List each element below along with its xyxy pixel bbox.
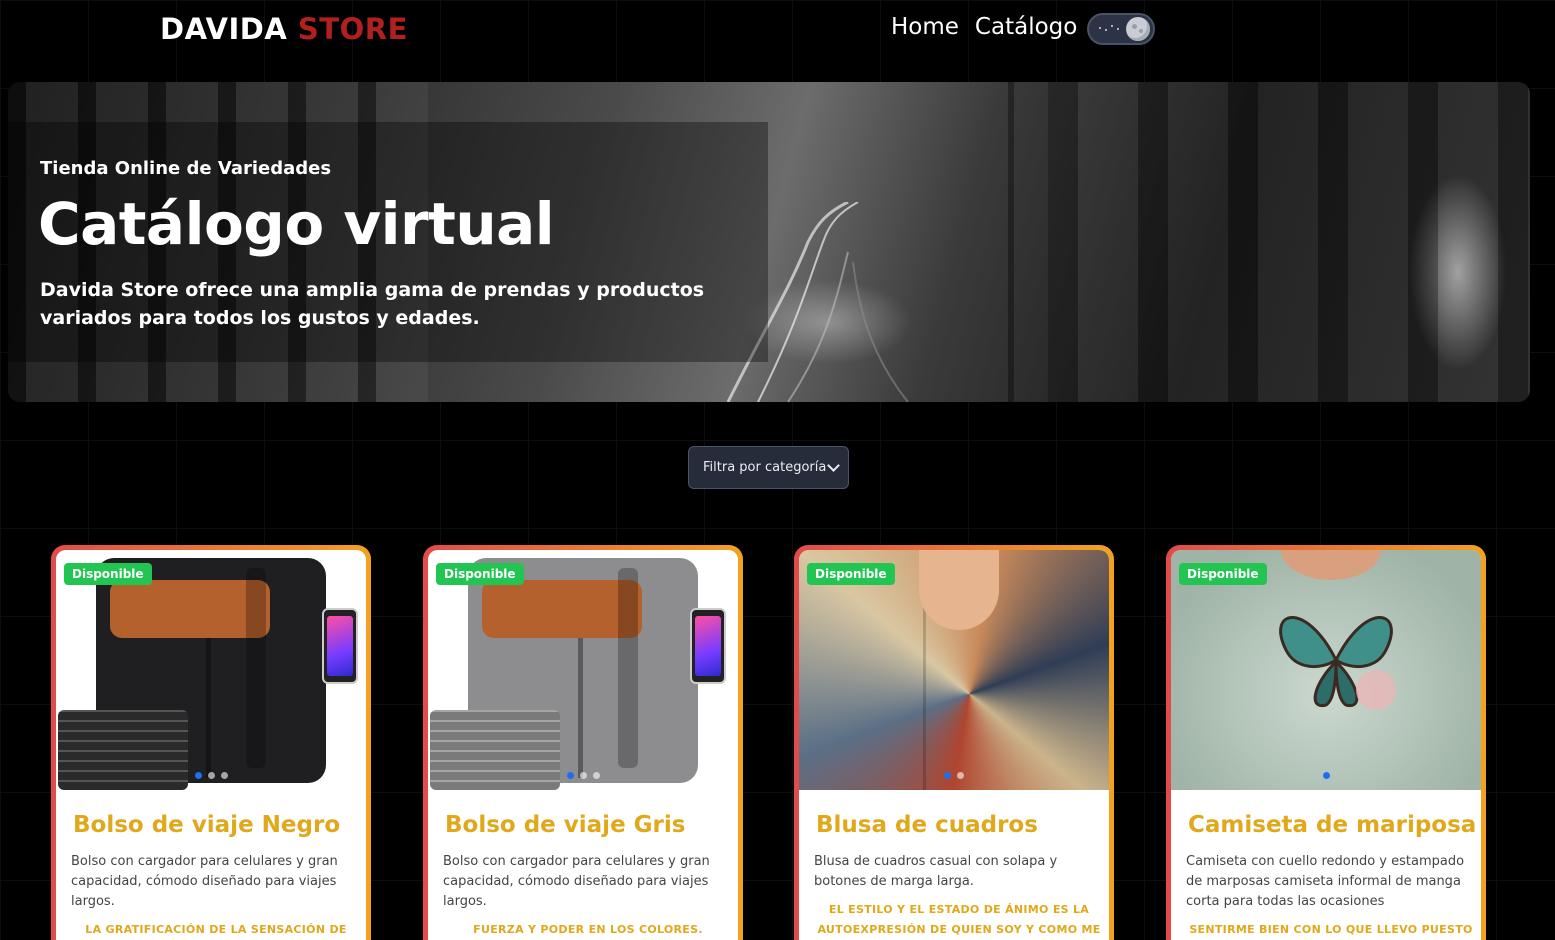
product-tagline: FUERZA Y PODER EN LOS COLORES. <box>473 923 703 936</box>
brand-logo[interactable]: DAVIDA STORE <box>160 12 408 46</box>
theme-toggle[interactable] <box>1087 13 1155 45</box>
hero-kicker: Tienda Online de Variedades <box>40 158 332 179</box>
carousel-indicators[interactable] <box>799 772 1109 779</box>
availability-badge: Disponible <box>1179 563 1267 585</box>
brand-name-part1: DAVIDA <box>160 12 288 46</box>
product-title: Camiseta de mariposa <box>1188 812 1477 838</box>
product-description: Camiseta con cuello redondo y estampado … <box>1186 854 1465 909</box>
category-filter-select[interactable]: Filtra por categoría <box>688 446 849 489</box>
product-description: Bolso con cargador para celulares y gran… <box>71 854 338 909</box>
product-title: Blusa de cuadros <box>816 812 1038 838</box>
product-description: Blusa de cuadros casual con solapa y bot… <box>814 854 1058 889</box>
availability-badge: Disponible <box>807 563 895 585</box>
navbar: DAVIDA STORE Home Catálogo <box>0 0 1555 60</box>
product-description: Bolso con cargador para celulares y gran… <box>443 854 710 909</box>
chevron-down-icon <box>827 459 840 472</box>
availability-badge: Disponible <box>64 563 152 585</box>
carousel-indicators[interactable] <box>56 772 366 779</box>
carousel-indicators[interactable] <box>428 772 738 779</box>
product-tagline: SENTIRME BIEN CON LO QUE LLEVO PUESTO <box>1189 923 1473 936</box>
brand-name-part2: STORE <box>297 12 408 46</box>
product-image[interactable]: Disponible <box>56 550 366 790</box>
product-card[interactable]: Disponible Bolso de viaje Gris Bolso con… <box>423 545 743 940</box>
product-image[interactable]: Disponible <box>1171 550 1481 790</box>
nav-links: Home Catálogo <box>891 14 1077 40</box>
category-filter-value: Filtra por categoría <box>703 460 827 475</box>
carousel-indicators[interactable] <box>1171 772 1481 779</box>
product-tagline: LA GRATIFICACIÓN DE LA SENSACIÓN DE <box>85 923 347 936</box>
product-card[interactable]: Disponible Bolso de viaje Negro Bolso co… <box>51 545 371 940</box>
butterfly-print <box>1279 616 1396 710</box>
product-image[interactable]: Disponible <box>799 550 1109 790</box>
product-tagline: EL ESTILO Y EL ESTADO DE ÁNIMO ES LA AUT… <box>817 903 1101 936</box>
product-image[interactable]: Disponible <box>428 550 738 790</box>
product-card[interactable]: Disponible Blusa de cuadros Blusa de cua… <box>794 545 1114 940</box>
hero-description: Davida Store ofrece una amplia gama de p… <box>40 279 705 329</box>
product-card[interactable]: Disponible Camiseta de mariposa Camiseta… <box>1166 545 1486 940</box>
availability-badge: Disponible <box>436 563 524 585</box>
hero-title: Catálogo virtual <box>38 190 555 258</box>
product-title: Bolso de viaje Negro <box>73 812 341 838</box>
hero-banner: Tienda Online de Variedades Catálogo vir… <box>8 82 1530 402</box>
product-title: Bolso de viaje Gris <box>445 812 686 838</box>
stars-icon <box>1099 25 1125 31</box>
nav-link-home[interactable]: Home <box>891 14 959 40</box>
nav-link-catalog[interactable]: Catálogo <box>975 14 1077 40</box>
moon-icon <box>1126 17 1150 41</box>
